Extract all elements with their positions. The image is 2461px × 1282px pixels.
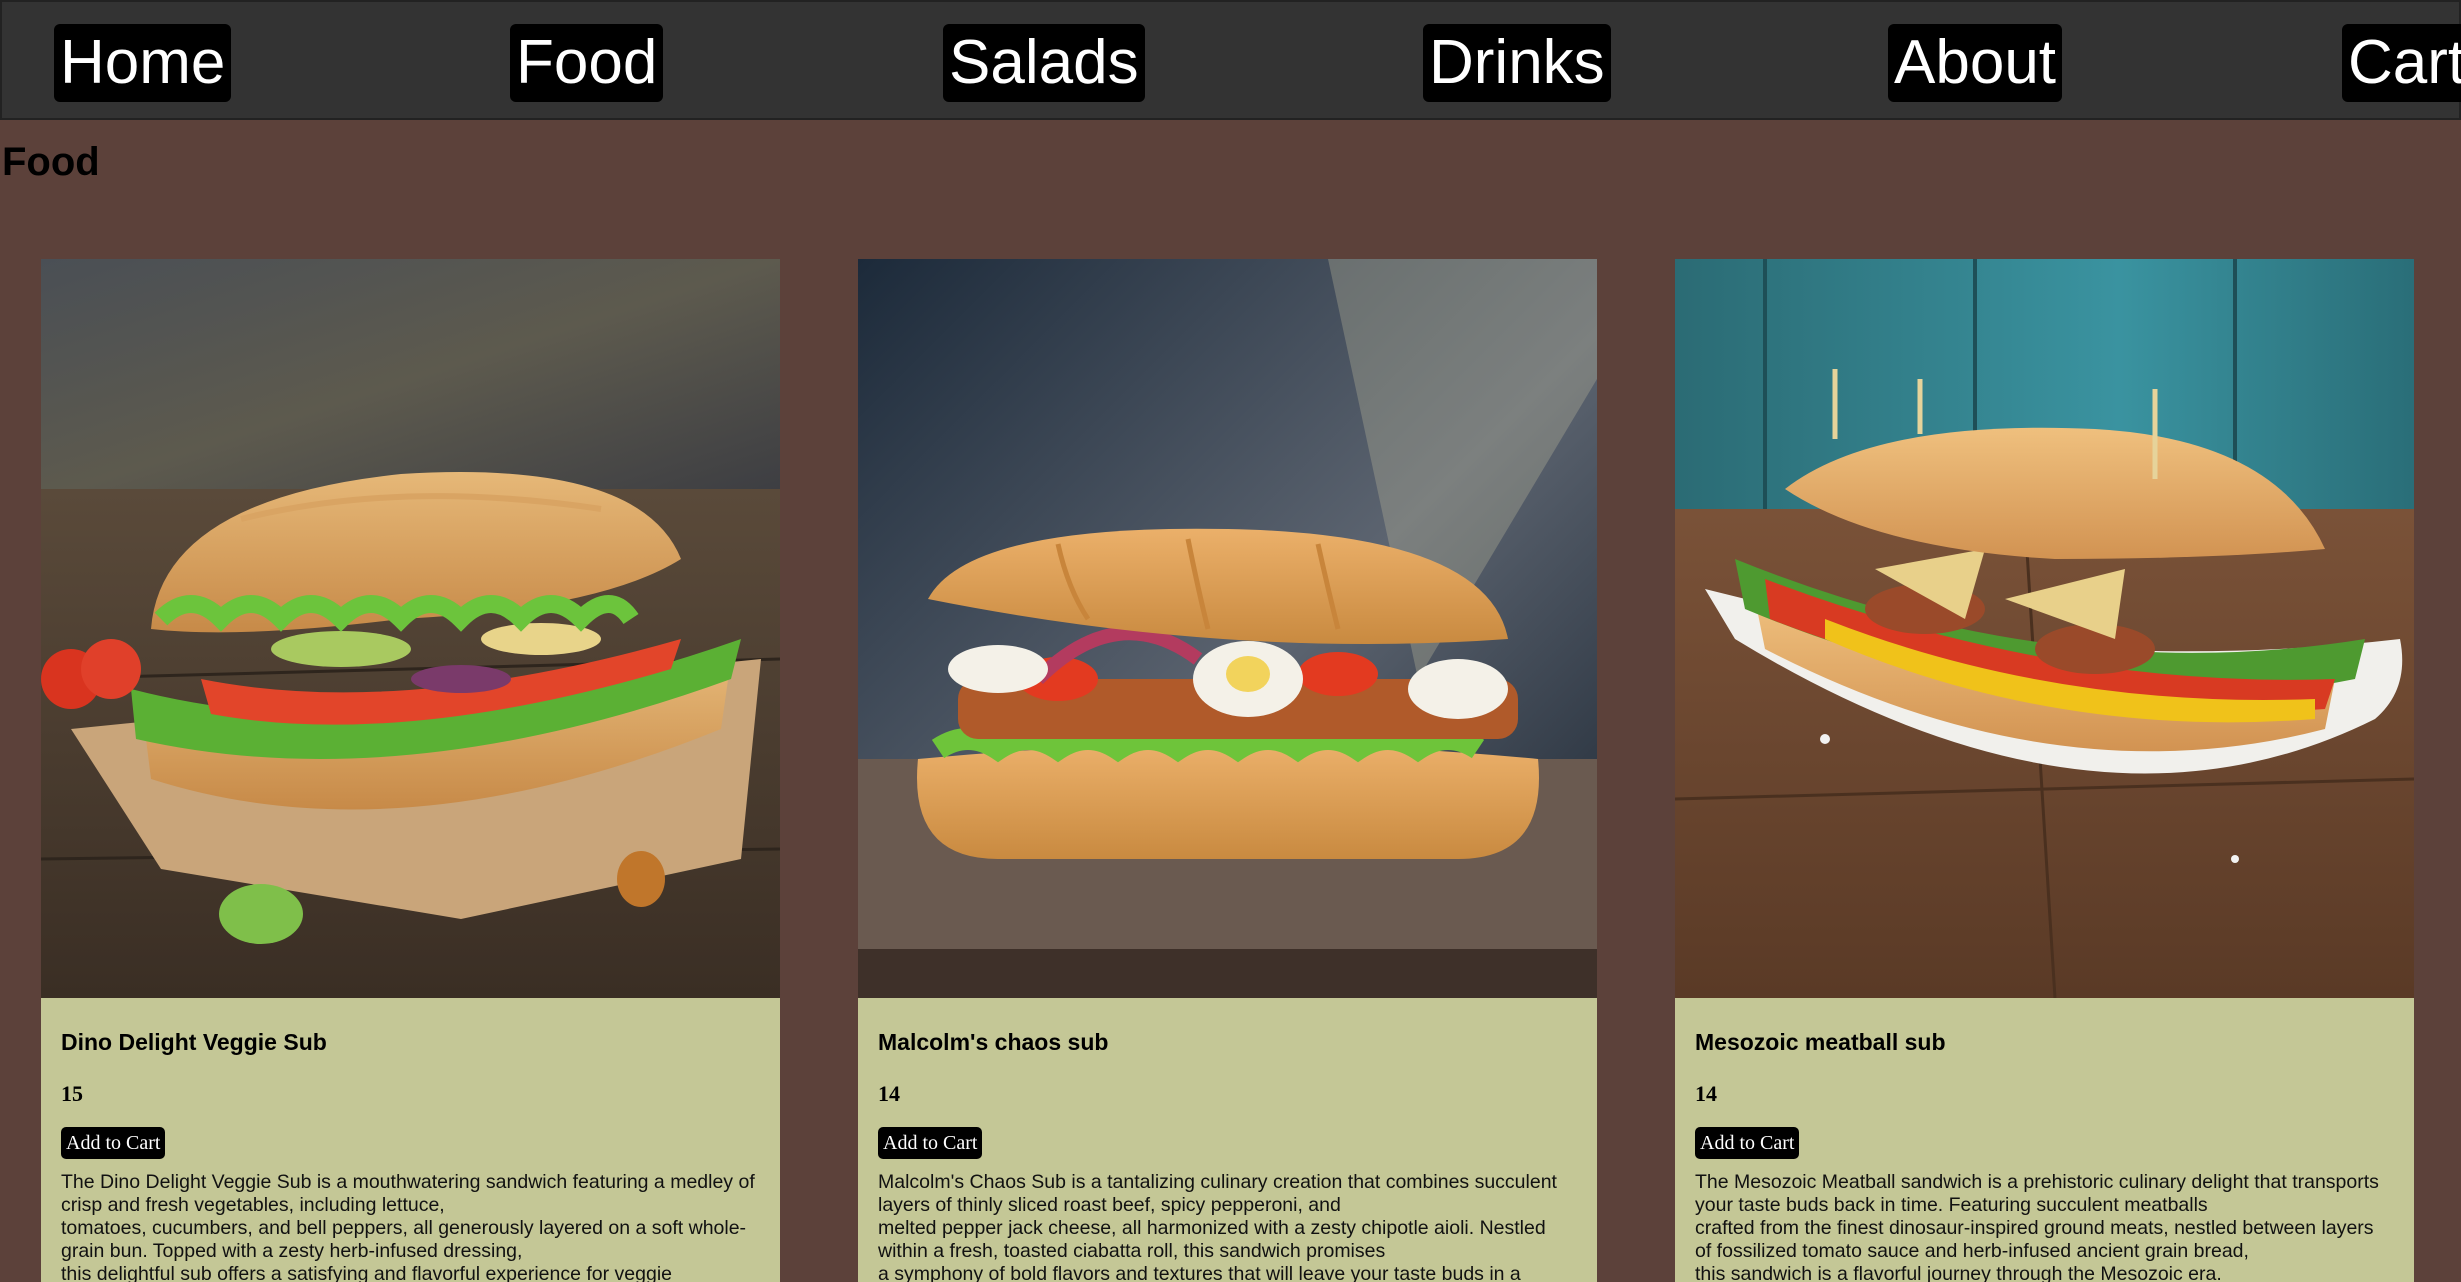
product-card-chaos-sub: Malcolm's chaos sub 14 Add to Cart Malco… [858,259,1597,1282]
product-name: Mesozoic meatball sub [1695,1029,1946,1055]
nav-salads-link[interactable]: Salads [943,24,1145,102]
veggie-sub-image [41,259,780,998]
product-price: 14 [1695,1081,1717,1106]
product-card-veggie-sub: Dino Delight Veggie Sub 15 Add to Cart T… [41,259,780,1282]
top-navbar: Home Food Salads Drinks About Cart [0,0,2461,120]
nav-drinks-link[interactable]: Drinks [1423,24,1611,102]
nav-cart-link[interactable]: Cart [2342,24,2461,102]
nav-food-link[interactable]: Food [510,24,664,102]
chaos-sub-image [858,259,1597,998]
add-to-cart-button[interactable]: Add to Cart [878,1127,983,1159]
product-description: The Dino Delight Veggie Sub is a mouthwa… [61,1171,755,1282]
product-card-meatball-sub: Mesozoic meatball sub 14 Add to Cart The… [1675,259,2414,1282]
product-name: Dino Delight Veggie Sub [61,1029,327,1055]
add-to-cart-button[interactable]: Add to Cart [1695,1127,1800,1159]
product-price: 15 [61,1081,83,1106]
add-to-cart-button[interactable]: Add to Cart [61,1127,166,1159]
product-description: The Mesozoic Meatball sandwich is a preh… [1695,1171,2379,1282]
nav-home-link[interactable]: Home [54,24,232,102]
product-description: Malcolm's Chaos Sub is a tantalizing cul… [878,1171,1557,1282]
page-title: Food [2,140,100,184]
nav-about-link[interactable]: About [1888,24,2063,102]
product-name: Malcolm's chaos sub [878,1029,1109,1055]
meatball-sub-image [1675,259,2414,998]
product-price: 14 [878,1081,900,1106]
